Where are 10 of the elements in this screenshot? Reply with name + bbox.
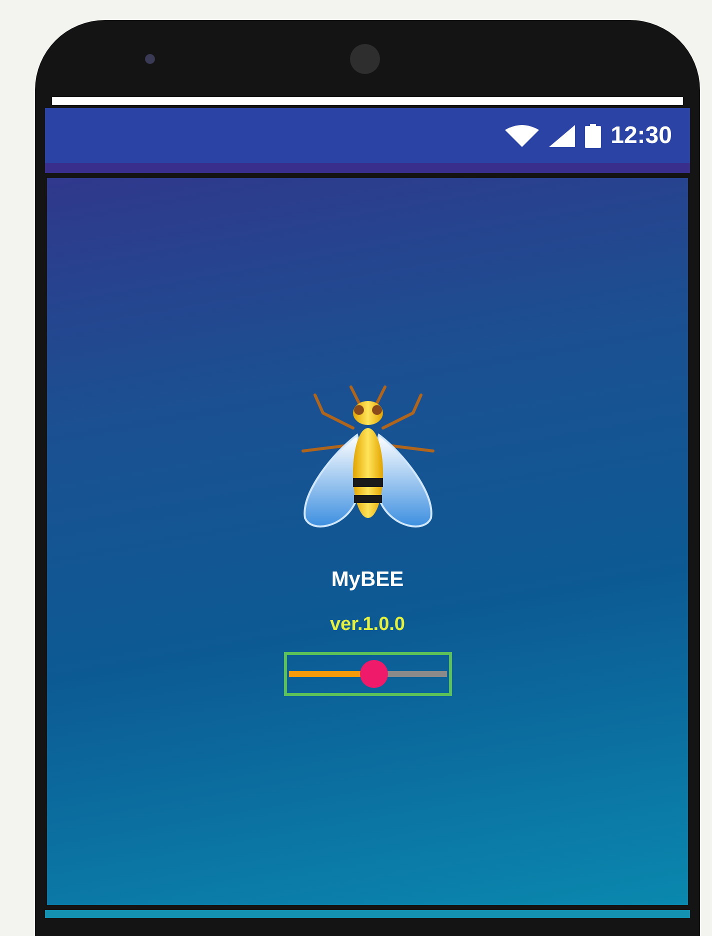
status-time: 12:30: [610, 120, 672, 150]
battery-icon: [584, 124, 601, 148]
slider[interactable]: [284, 652, 452, 696]
version-label: ver.1.0.0: [330, 612, 406, 636]
slider-thumb[interactable]: [360, 660, 388, 688]
wifi-icon: [504, 124, 539, 146]
signal-icon: [548, 124, 575, 146]
app-title: MyBEE: [331, 567, 404, 593]
speaker-icon: [350, 44, 380, 74]
camera-icon: [145, 54, 155, 64]
